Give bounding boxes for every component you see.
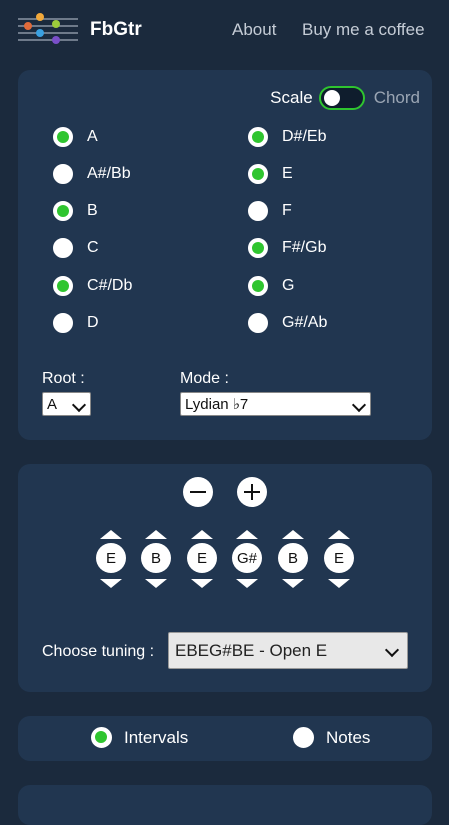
intervals-radio[interactable] — [91, 727, 112, 748]
note-indicator[interactable] — [53, 238, 73, 258]
note-indicator[interactable] — [53, 127, 73, 147]
note-checkbox-b[interactable]: B — [53, 201, 98, 221]
note-indicator[interactable] — [248, 276, 268, 296]
note-label: C#/Db — [87, 277, 133, 294]
note-checkbox-c[interactable]: C — [53, 238, 99, 258]
note-indicator[interactable] — [53, 276, 73, 296]
chord-label: Chord — [373, 88, 420, 107]
display-option-notes[interactable]: Notes — [293, 727, 370, 748]
root-label: Root : — [42, 370, 85, 387]
note-checkbox-g-sharp[interactable]: G#/Ab — [248, 313, 327, 333]
tune-up-arrow-icon[interactable] — [100, 530, 122, 539]
switch-knob — [323, 90, 340, 106]
tuning-select[interactable]: EBEG#BE - Open E — [168, 632, 408, 669]
string-note: B — [278, 543, 308, 573]
tune-up-arrow-icon[interactable] — [328, 530, 350, 539]
root-select[interactable]: A — [42, 392, 91, 416]
note-indicator[interactable] — [53, 201, 73, 221]
note-checkbox-a[interactable]: A — [53, 127, 98, 147]
string-note: B — [141, 543, 171, 573]
add-string-button[interactable] — [237, 477, 267, 507]
note-checkbox-e[interactable]: E — [248, 164, 293, 184]
note-indicator[interactable] — [248, 313, 268, 333]
string-note: G# — [232, 543, 262, 573]
tune-up-arrow-icon[interactable] — [145, 530, 167, 539]
notes-card: Scale Chord A A#/Bb B C C#/Db D D#/Eb E … — [18, 70, 432, 440]
scale-chord-switch[interactable] — [318, 86, 365, 110]
note-label: D — [87, 314, 99, 331]
tune-down-arrow-icon[interactable] — [100, 579, 122, 588]
display-option-intervals[interactable]: Intervals — [91, 727, 188, 748]
mode-select-value: Lydian ♭7 — [185, 396, 249, 413]
mode-select[interactable]: Lydian ♭7 — [180, 392, 371, 416]
intervals-label: Intervals — [124, 727, 189, 747]
navbar: FbGtr About Buy me a coffee — [0, 0, 449, 62]
notes-radio[interactable] — [293, 727, 314, 748]
tuning-select-value: EBEG#BE - Open E — [175, 640, 328, 660]
note-label: F — [282, 202, 292, 219]
chevron-down-icon — [71, 397, 87, 413]
note-checkbox-d-sharp[interactable]: D#/Eb — [248, 127, 326, 147]
minus-icon — [190, 491, 206, 493]
note-indicator[interactable] — [53, 164, 73, 184]
chevron-down-icon — [351, 397, 367, 413]
string-note: E — [324, 543, 354, 573]
scale-label: Scale — [270, 88, 313, 107]
note-label: B — [87, 202, 98, 219]
note-indicator[interactable] — [248, 238, 268, 258]
note-label: E — [282, 165, 293, 182]
note-checkbox-f[interactable]: F — [248, 201, 292, 221]
tune-down-arrow-icon[interactable] — [236, 579, 258, 588]
note-checkbox-a-sharp[interactable]: A#/Bb — [53, 164, 131, 184]
note-checkbox-g[interactable]: G — [248, 276, 294, 296]
tune-down-arrow-icon[interactable] — [145, 579, 167, 588]
note-checkbox-d[interactable]: D — [53, 313, 99, 333]
note-label: C — [87, 239, 99, 256]
tune-down-arrow-icon[interactable] — [328, 579, 350, 588]
notes-label: Notes — [326, 727, 371, 747]
remove-string-button[interactable] — [183, 477, 213, 507]
string-tuner-6: E — [322, 530, 356, 590]
nav-link-buy-me-a-coffee[interactable]: Buy me a coffee — [302, 20, 425, 40]
string-tuner-4: G# — [230, 530, 264, 590]
scale-chord-toggle: Scale Chord — [270, 86, 420, 110]
note-indicator[interactable] — [248, 164, 268, 184]
root-select-value: A — [47, 395, 58, 413]
note-label: G#/Ab — [282, 314, 328, 331]
tune-up-arrow-icon[interactable] — [191, 530, 213, 539]
note-checkbox-f-sharp[interactable]: F#/Gb — [248, 238, 326, 258]
note-label: F#/Gb — [282, 239, 327, 256]
tune-down-arrow-icon[interactable] — [282, 579, 304, 588]
note-indicator[interactable] — [248, 201, 268, 221]
chevron-down-icon — [384, 642, 400, 658]
tune-down-arrow-icon[interactable] — [191, 579, 213, 588]
note-label: G — [282, 277, 295, 294]
display-mode-card: Intervals Notes — [18, 716, 432, 761]
note-checkbox-c-sharp[interactable]: C#/Db — [53, 276, 132, 296]
string-note: E — [187, 543, 217, 573]
string-tuner-1: E — [94, 530, 128, 590]
fretboard-logo-icon[interactable] — [16, 11, 80, 49]
string-tuner-3: E — [185, 530, 219, 590]
note-indicator[interactable] — [53, 313, 73, 333]
tune-up-arrow-icon[interactable] — [236, 530, 258, 539]
mode-label: Mode : — [180, 370, 229, 387]
nav-link-about[interactable]: About — [232, 20, 276, 40]
note-label: A — [87, 128, 98, 145]
plus-icon-vertical — [251, 484, 253, 500]
tune-up-arrow-icon[interactable] — [282, 530, 304, 539]
string-tuner-5: B — [276, 530, 310, 590]
note-label: A#/Bb — [87, 165, 131, 182]
string-tuner-2: B — [139, 530, 173, 590]
fretboard-card — [18, 785, 432, 825]
tuning-label: Choose tuning : — [42, 643, 155, 660]
string-note: E — [96, 543, 126, 573]
note-label: D#/Eb — [282, 128, 327, 145]
brand-name[interactable]: FbGtr — [90, 19, 142, 41]
note-indicator[interactable] — [248, 127, 268, 147]
